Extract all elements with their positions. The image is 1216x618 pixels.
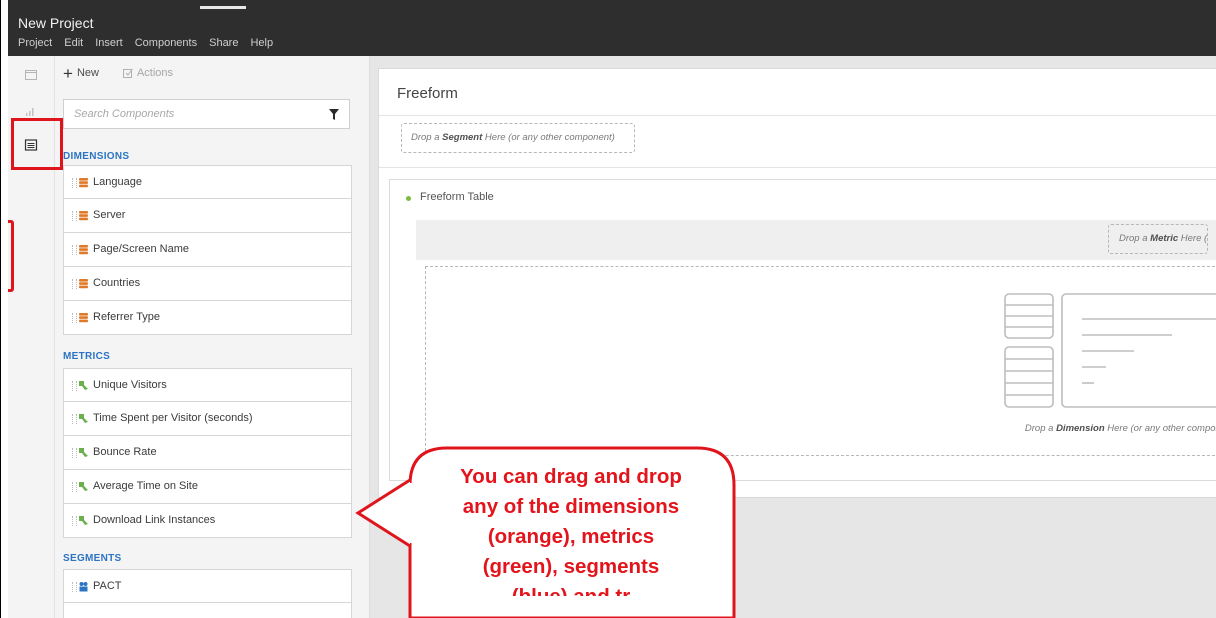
metrics-list: Unique Visitors Time Spent per Visitor (s… <box>63 368 352 538</box>
status-dot-icon <box>406 196 411 201</box>
freeform-panel: Freeform Drop a Segment Here (or any oth… <box>378 68 1216 498</box>
callout-line: any of the dimensions <box>462 495 680 518</box>
component-label: Server <box>93 209 126 221</box>
callout-line: (orange), metrics <box>487 525 655 548</box>
drag-handle-icon[interactable] <box>72 582 77 592</box>
panel-title: Freeform <box>397 85 458 102</box>
metric-icon <box>79 381 88 390</box>
checkbox-edit-icon <box>122 68 133 78</box>
metrics-heading: METRICS <box>63 351 111 362</box>
dimension-icon <box>79 279 88 289</box>
dimensions-list: Language Server Page/Screen Name Countries R… <box>63 165 352 335</box>
drag-handle-icon[interactable] <box>72 381 77 391</box>
table-title: Freeform Table <box>420 191 494 203</box>
drag-handle-icon[interactable] <box>72 516 77 526</box>
panel-toolbar: + New Actions <box>63 63 173 83</box>
search-input[interactable] <box>72 100 316 128</box>
components-rail-highlight <box>11 118 63 170</box>
menu-project[interactable]: Project <box>18 37 52 49</box>
new-button[interactable]: + New <box>63 63 99 83</box>
component-search <box>63 99 350 129</box>
component-label: Referrer Type <box>93 311 161 323</box>
dimension-item[interactable]: Language <box>63 165 352 199</box>
metric-item[interactable]: Unique Visitors <box>63 368 352 402</box>
callout-line: You can drag and drop <box>460 465 682 488</box>
metric-item[interactable]: Time Spent per Visitor (seconds) <box>63 402 352 436</box>
drag-handle-icon[interactable] <box>72 313 77 323</box>
page-edge <box>0 0 1 618</box>
metric-icon <box>79 482 88 491</box>
drag-handle-icon[interactable] <box>72 482 77 492</box>
menu-components[interactable]: Components <box>135 37 197 49</box>
table-placeholder-icon <box>1004 293 1216 408</box>
drag-handle-icon[interactable] <box>72 448 77 458</box>
segment-icon <box>79 582 88 592</box>
metric-icon <box>79 448 88 457</box>
callout-line: (blue) and tr <box>410 582 732 596</box>
table-header <box>416 220 1216 260</box>
drag-handle-icon[interactable] <box>72 414 77 424</box>
component-label: Bounce Rate <box>93 446 157 458</box>
segment-item-partial[interactable] <box>63 603 352 618</box>
panel-icon[interactable] <box>24 68 38 82</box>
component-label: PACT <box>93 580 122 592</box>
project-title: New Project <box>18 15 94 31</box>
divider <box>379 167 1216 168</box>
metric-item[interactable]: Bounce Rate <box>63 436 352 470</box>
metric-item[interactable]: Download Link Instances <box>63 504 352 538</box>
dimension-item[interactable]: Referrer Type <box>63 301 352 335</box>
dimension-item[interactable]: Countries <box>63 267 352 301</box>
edge-highlight <box>8 220 14 292</box>
dimensions-heading: DIMENSIONS <box>63 151 130 162</box>
dimension-icon <box>79 245 88 255</box>
component-label: Language <box>93 176 142 188</box>
menu-share[interactable]: Share <box>209 37 238 49</box>
dimension-icon <box>79 211 88 221</box>
metric-item[interactable]: Average Time on Site <box>63 470 352 504</box>
segment-item[interactable]: PACT <box>63 569 352 603</box>
metric-icon <box>79 516 88 525</box>
drag-handle-icon[interactable] <box>72 211 77 221</box>
component-label: Download Link Instances <box>93 514 216 526</box>
visualization-icon[interactable] <box>24 104 38 118</box>
dimension-item[interactable]: Server <box>63 199 352 233</box>
component-label: Unique Visitors <box>93 379 167 391</box>
callout-text: You can drag and drop any of the dimensi… <box>410 462 732 596</box>
menu-insert[interactable]: Insert <box>95 37 123 49</box>
menu-bar: Project Edit Insert Components Share Hel… <box>18 37 273 49</box>
callout-line: (green), segments <box>482 555 660 578</box>
metric-icon <box>79 414 88 423</box>
menu-help[interactable]: Help <box>250 37 273 49</box>
divider <box>379 115 1216 116</box>
metric-drop-zone[interactable]: Drop a Metric Here ( <box>1108 224 1208 254</box>
segment-drop-zone[interactable]: Drop a Segment Here (or any other compon… <box>401 123 635 153</box>
filter-icon[interactable] <box>329 109 339 120</box>
actions-button[interactable]: Actions <box>122 67 173 79</box>
dimension-icon <box>79 178 88 188</box>
drag-handle-icon[interactable] <box>72 245 77 255</box>
components-panel: + New Actions DIMENSIONS Language Server P… <box>55 56 370 618</box>
component-label: Countries <box>93 277 141 289</box>
active-tab-indicator <box>200 6 246 9</box>
menu-edit[interactable]: Edit <box>64 37 83 49</box>
dimension-icon <box>79 313 88 323</box>
freeform-table: Freeform Table Drop a Metric Here (Drop… <box>389 179 1216 481</box>
dimension-drop-zone[interactable]: Drop a Dimension Here (or any other comp… <box>425 266 1216 456</box>
component-label: Time Spent per Visitor (seconds) <box>93 412 253 424</box>
component-label: Page/Screen Name <box>93 243 189 255</box>
component-label: Average Time on Site <box>93 480 198 492</box>
drag-handle-icon[interactable] <box>72 178 77 188</box>
drag-handle-icon[interactable] <box>72 279 77 289</box>
segments-list: PACT <box>63 569 352 618</box>
segments-heading: SEGMENTS <box>63 553 122 564</box>
plus-icon: + <box>63 63 73 83</box>
title-bar: New Project Project Edit Insert Componen… <box>8 0 1216 56</box>
dimension-drop-hint: Drop a Dimension Here (or any other comp… <box>1024 423 1216 434</box>
dimension-item[interactable]: Page/Screen Name <box>63 233 352 267</box>
